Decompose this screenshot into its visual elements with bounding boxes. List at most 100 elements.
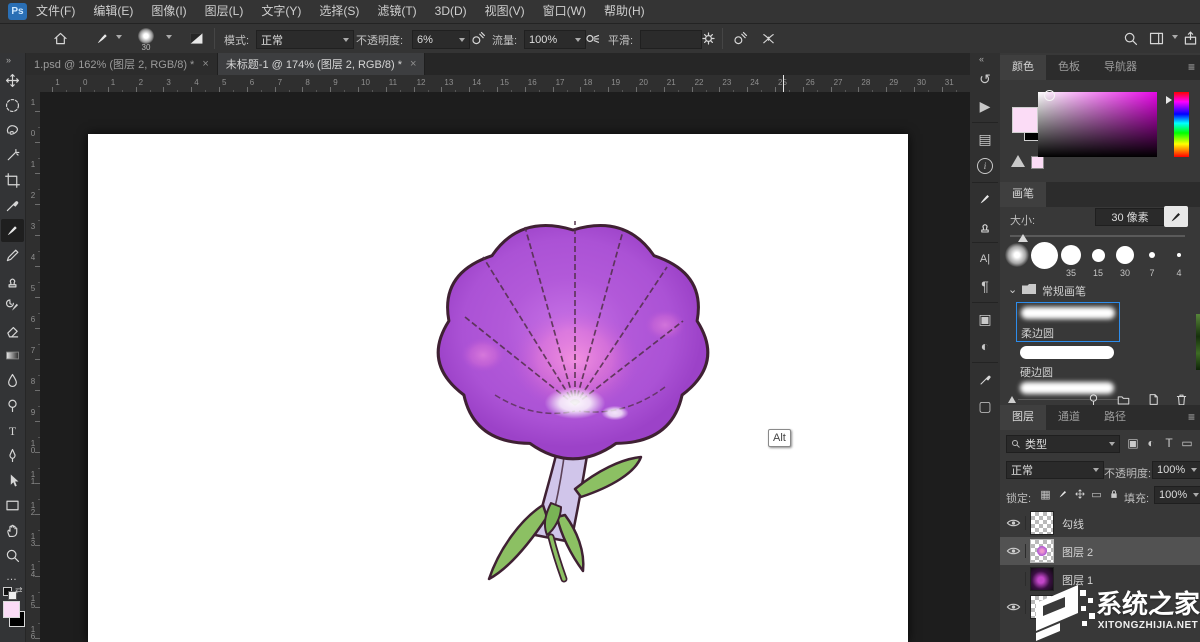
more-tools-icon[interactable]: … xyxy=(6,571,17,583)
tool-pen[interactable] xyxy=(1,444,24,467)
color-tab-0[interactable]: 颜色 xyxy=(1000,55,1046,80)
smart-object-filter-icon[interactable] xyxy=(1196,436,1200,450)
tool-move[interactable] xyxy=(1,69,24,92)
layer-filter-select[interactable]: 类型 xyxy=(1006,435,1120,453)
layer-thumbnail[interactable] xyxy=(1031,540,1053,562)
visibility-eye-empty[interactable] xyxy=(1006,572,1026,586)
vertical-ruler[interactable]: 101234567891 01 11 21 31 41 51 6 xyxy=(26,92,41,642)
pasteboard[interactable]: Alt xyxy=(40,92,970,642)
menu-item-9[interactable]: 窗口(W) xyxy=(534,0,595,23)
tool-shape[interactable] xyxy=(1,494,24,517)
canvas[interactable] xyxy=(88,134,908,642)
brush-group-caret[interactable]: ⌄ xyxy=(1008,283,1017,296)
panel-menu-icon[interactable]: ≡ xyxy=(1188,60,1195,74)
close-icon[interactable]: × xyxy=(410,58,416,70)
hue-strip[interactable] xyxy=(1174,92,1189,157)
menu-item-8[interactable]: 视图(V) xyxy=(476,0,534,23)
foreground-color-swatch[interactable] xyxy=(1012,107,1038,133)
lock-all-icon[interactable] xyxy=(1106,488,1121,501)
brush-group-label[interactable]: 常规画笔 xyxy=(1042,283,1086,299)
visibility-eye-icon[interactable] xyxy=(1006,516,1026,530)
opacity-dropdown[interactable]: 6% xyxy=(412,30,470,49)
tool-magic-wand[interactable] xyxy=(1,144,24,167)
saturation-brightness-field[interactable] xyxy=(1038,92,1157,157)
gamut-warning-icon[interactable] xyxy=(1011,155,1025,167)
clone-source-icon[interactable] xyxy=(973,214,997,238)
preview-size-slider-thumb[interactable] xyxy=(1008,396,1016,403)
tool-eyedropper[interactable] xyxy=(1,194,24,217)
brush-item-0[interactable]: 柔边圆 xyxy=(1016,302,1120,342)
menu-item-6[interactable]: 滤镜(T) xyxy=(368,0,425,23)
adjustment-filter-icon[interactable]: ◐ xyxy=(1142,436,1160,450)
brush-preset-3[interactable]: 15 xyxy=(1085,242,1111,278)
picture-filter-icon[interactable]: ▣ xyxy=(1124,436,1142,450)
menu-item-5[interactable]: 选择(S) xyxy=(310,0,368,23)
info-icon[interactable]: i xyxy=(973,154,997,178)
visibility-eye-icon[interactable] xyxy=(1006,600,1026,614)
lock-pixels-icon[interactable] xyxy=(1055,488,1070,501)
color-tab-2[interactable]: 导航器 xyxy=(1092,55,1149,80)
tab-brushes[interactable]: 画笔 xyxy=(1000,182,1046,207)
toolbar-collapse-icon[interactable]: » xyxy=(6,55,11,65)
menu-item-7[interactable]: 3D(D) xyxy=(426,0,476,23)
flow-dropdown[interactable]: 100% xyxy=(524,30,586,49)
tool-lasso[interactable] xyxy=(1,119,24,142)
layers-tab-0[interactable]: 图层 xyxy=(1000,405,1046,430)
tool-type[interactable]: T xyxy=(1,419,24,442)
smoothing-options-gear-icon[interactable] xyxy=(698,28,718,48)
blend-mode-dropdown[interactable]: 正常 xyxy=(256,30,354,49)
layer-row-0[interactable]: 勾线 xyxy=(1000,509,1200,537)
paragraph-icon[interactable]: ¶ xyxy=(973,274,997,298)
preview-size-slider-track[interactable] xyxy=(1018,399,1118,400)
panel-collapse-icon[interactable]: « xyxy=(979,54,984,64)
workspace-caret[interactable] xyxy=(1172,35,1178,39)
notes-icon[interactable]: ▢ xyxy=(973,394,997,418)
brush-preset-1[interactable] xyxy=(1031,242,1057,278)
horizontal-ruler[interactable]: 1012345678910111213141516171819202122232… xyxy=(26,75,970,93)
swap-colors-icon[interactable]: ⇄ xyxy=(15,585,23,596)
pressure-size-icon[interactable] xyxy=(730,28,750,48)
tool-zoom[interactable] xyxy=(1,544,24,567)
brush-preset-4[interactable]: 30 xyxy=(1112,242,1138,278)
character-icon[interactable]: A| xyxy=(973,247,997,271)
brush-stroke-preview-button[interactable] xyxy=(1164,206,1188,227)
smoothing-field[interactable] xyxy=(640,30,702,49)
layer-thumbnail[interactable] xyxy=(1031,512,1053,534)
adjustments-icon[interactable]: ◐ xyxy=(973,334,997,358)
document-tab-1[interactable]: 未标题-1 @ 174% (图层 2, RGB/8) *× xyxy=(218,53,426,75)
brush-item-1[interactable]: 硬边圆 xyxy=(1016,342,1118,380)
brush-settings-icon[interactable] xyxy=(973,187,997,211)
menu-item-10[interactable]: 帮助(H) xyxy=(595,0,654,23)
tool-blur[interactable] xyxy=(1,369,24,392)
photoshop-logo[interactable]: Ps xyxy=(8,3,27,20)
libraries-icon[interactable]: ▣ xyxy=(973,307,997,331)
tool-brush[interactable] xyxy=(1,219,24,242)
layers-tab-2[interactable]: 路径 xyxy=(1092,405,1138,430)
foreground-color[interactable] xyxy=(3,601,20,618)
lock-artboard-icon[interactable]: ▭ xyxy=(1089,488,1104,501)
tool-pencil[interactable] xyxy=(1,244,24,267)
lock-transparency-icon[interactable]: ▦ xyxy=(1038,488,1053,501)
share-icon[interactable] xyxy=(1180,28,1200,48)
brush-stroke-preview[interactable] xyxy=(1020,382,1114,394)
brush-preset-caret[interactable] xyxy=(166,35,172,39)
layer-fill-field[interactable]: 100% xyxy=(1154,486,1200,504)
menu-item-1[interactable]: 编辑(E) xyxy=(84,0,142,23)
tool-clone-stamp[interactable] xyxy=(1,269,24,292)
hue-slider-pointer[interactable] xyxy=(1166,96,1172,104)
tool-eraser[interactable] xyxy=(1,319,24,342)
lock-position-icon[interactable] xyxy=(1072,488,1087,501)
type-filter-icon[interactable]: T xyxy=(1160,436,1178,450)
brush-preset-0[interactable] xyxy=(1004,242,1030,278)
brush-preset-2[interactable]: 35 xyxy=(1058,242,1084,278)
airbrush-icon[interactable] xyxy=(582,28,602,48)
brush-size-field[interactable]: 30 像素 xyxy=(1095,208,1165,226)
properties-icon[interactable]: ▤ xyxy=(973,127,997,151)
tool-dodge[interactable] xyxy=(1,394,24,417)
shape-filter-icon[interactable]: ▭ xyxy=(1178,436,1196,450)
tool-gradient[interactable] xyxy=(1,344,24,367)
symmetry-butterfly-icon[interactable] xyxy=(758,28,778,48)
brush-preset-5[interactable]: 7 xyxy=(1139,242,1165,278)
workspace-switcher-icon[interactable] xyxy=(1146,28,1166,48)
brush-size-slider-thumb[interactable] xyxy=(1018,234,1028,242)
